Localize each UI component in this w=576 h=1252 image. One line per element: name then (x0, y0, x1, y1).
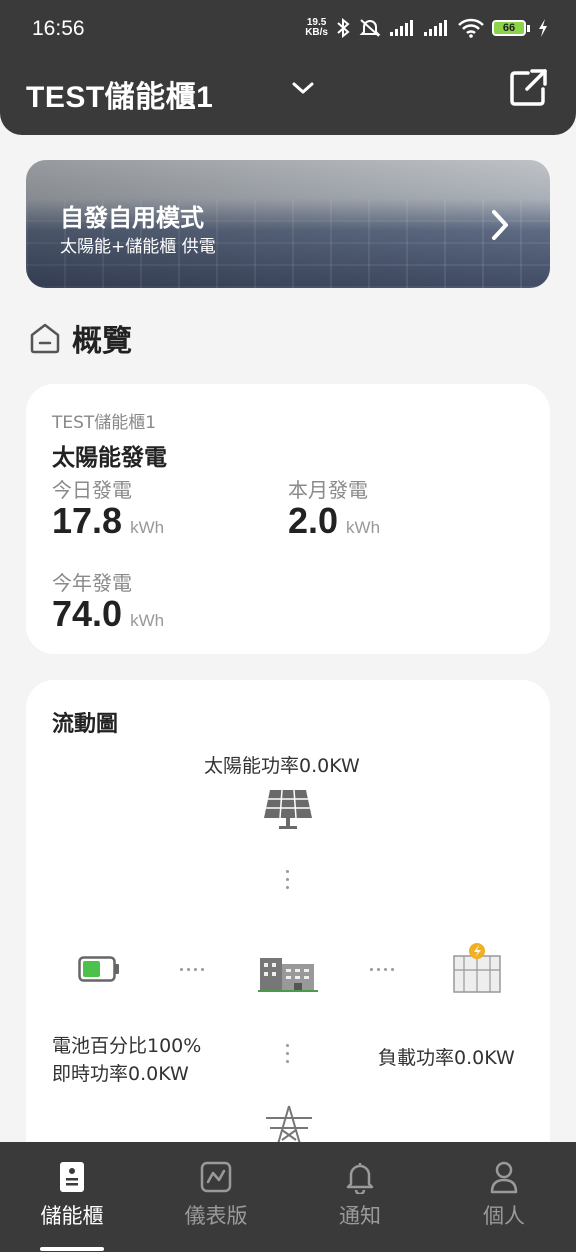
signal-icon-2 (424, 20, 447, 36)
stat-unit-today: kWh (130, 518, 165, 537)
app-header: 16:56 19.5 KB/s 66 TEST儲能櫃1 (0, 0, 576, 135)
tab-label-dashboard: 儀表版 (184, 1204, 248, 1228)
person-icon (490, 1161, 518, 1194)
overview-card: TEST儲能櫃1 太陽能發電 今日發電 17.8 kWh 本月發電 2.0 kWh … (26, 384, 550, 654)
flow-line-load (370, 968, 394, 971)
stat-number-year: 74.0 (52, 593, 123, 634)
stat-number-month: 2.0 (288, 500, 339, 541)
tab-label-storage: 儲能櫃 (40, 1204, 104, 1228)
stat-value-year: 74.0 kWh (52, 593, 164, 635)
chevron-right-icon[interactable] (486, 208, 514, 242)
stat-label-year: 今年發電 (52, 571, 132, 595)
battery-percent-text: 電池百分比100% (52, 1035, 202, 1057)
stat-number-today: 17.8 (52, 500, 123, 541)
battery-indicator: 66 (492, 20, 530, 36)
mode-title: 自發自用模式 (60, 204, 204, 232)
wifi-icon (458, 18, 484, 38)
tab-profile[interactable]: 個人 (454, 1160, 554, 1230)
page-title: TEST儲能櫃1 (26, 81, 214, 114)
battery-level: 66 (492, 20, 526, 36)
overview-section-header: 概覽 (28, 316, 132, 360)
load-icon (453, 943, 501, 993)
site-name: TEST儲能櫃1 (52, 413, 157, 433)
net-speed: 19.5 KB/s (305, 18, 328, 38)
signal-icon (390, 20, 413, 36)
status-bar: 16:56 19.5 KB/s 66 (0, 14, 576, 48)
section-title: 概覽 (72, 324, 132, 359)
battery-icon (78, 956, 119, 982)
bluetooth-icon (337, 18, 350, 38)
stat-label-today: 今日發電 (52, 478, 132, 502)
bottom-tab-bar: 儲能櫃 儀表版 通知 個人 (0, 1142, 576, 1252)
cabinet-icon (60, 1162, 84, 1192)
mode-subtitle: 太陽能+儲能櫃 供電 (60, 237, 216, 257)
net-speed-unit: KB/s (305, 27, 328, 38)
flow-line-battery (180, 968, 204, 971)
tab-label-notifications: 通知 (339, 1204, 381, 1228)
stat-unit-month: kWh (346, 518, 381, 537)
battery-power-text: 即時功率0.0KW (52, 1063, 189, 1085)
home-icon (30, 323, 60, 354)
status-time: 16:56 (32, 17, 85, 40)
mode-banner[interactable]: 自發自用模式 太陽能+儲能櫃 供電 (26, 160, 550, 288)
mute-icon (359, 19, 381, 37)
card-heading: 太陽能發電 (52, 445, 167, 471)
status-icons: 19.5 KB/s 66 (305, 18, 548, 38)
stat-unit-year: kWh (130, 611, 165, 630)
stat-value-today: 17.8 kWh (52, 500, 164, 542)
solar-power-text: 太陽能功率0.0KW (204, 755, 360, 777)
flow-diagram-card: 流動圖 太陽能功率0.0KW 電池百分比100% 即時功率0.0KW 負載功率0… (26, 680, 550, 1200)
home-indicator (40, 1247, 104, 1251)
chevron-down-icon[interactable] (290, 78, 316, 98)
tab-label-profile: 個人 (483, 1204, 525, 1228)
building-icon (258, 958, 318, 992)
stat-label-month: 本月發電 (288, 478, 368, 502)
flow-title: 流動圖 (52, 712, 119, 737)
tab-storage-cabinet[interactable]: 儲能櫃 (22, 1160, 122, 1230)
flow-line-solar (286, 870, 290, 894)
external-link-icon[interactable] (508, 68, 548, 108)
bell-icon (346, 1163, 374, 1194)
tab-notifications[interactable]: 通知 (310, 1160, 410, 1230)
battery-tip (527, 24, 530, 32)
charging-icon (539, 19, 547, 37)
tab-dashboard[interactable]: 儀表版 (166, 1160, 266, 1230)
solar-panel-icon (264, 789, 312, 829)
power-tower-icon (266, 1105, 312, 1144)
stat-value-month: 2.0 kWh (288, 500, 380, 542)
chart-icon (200, 1161, 232, 1193)
flow-line-grid (286, 1044, 290, 1068)
load-power-text: 負載功率0.0KW (378, 1047, 515, 1069)
